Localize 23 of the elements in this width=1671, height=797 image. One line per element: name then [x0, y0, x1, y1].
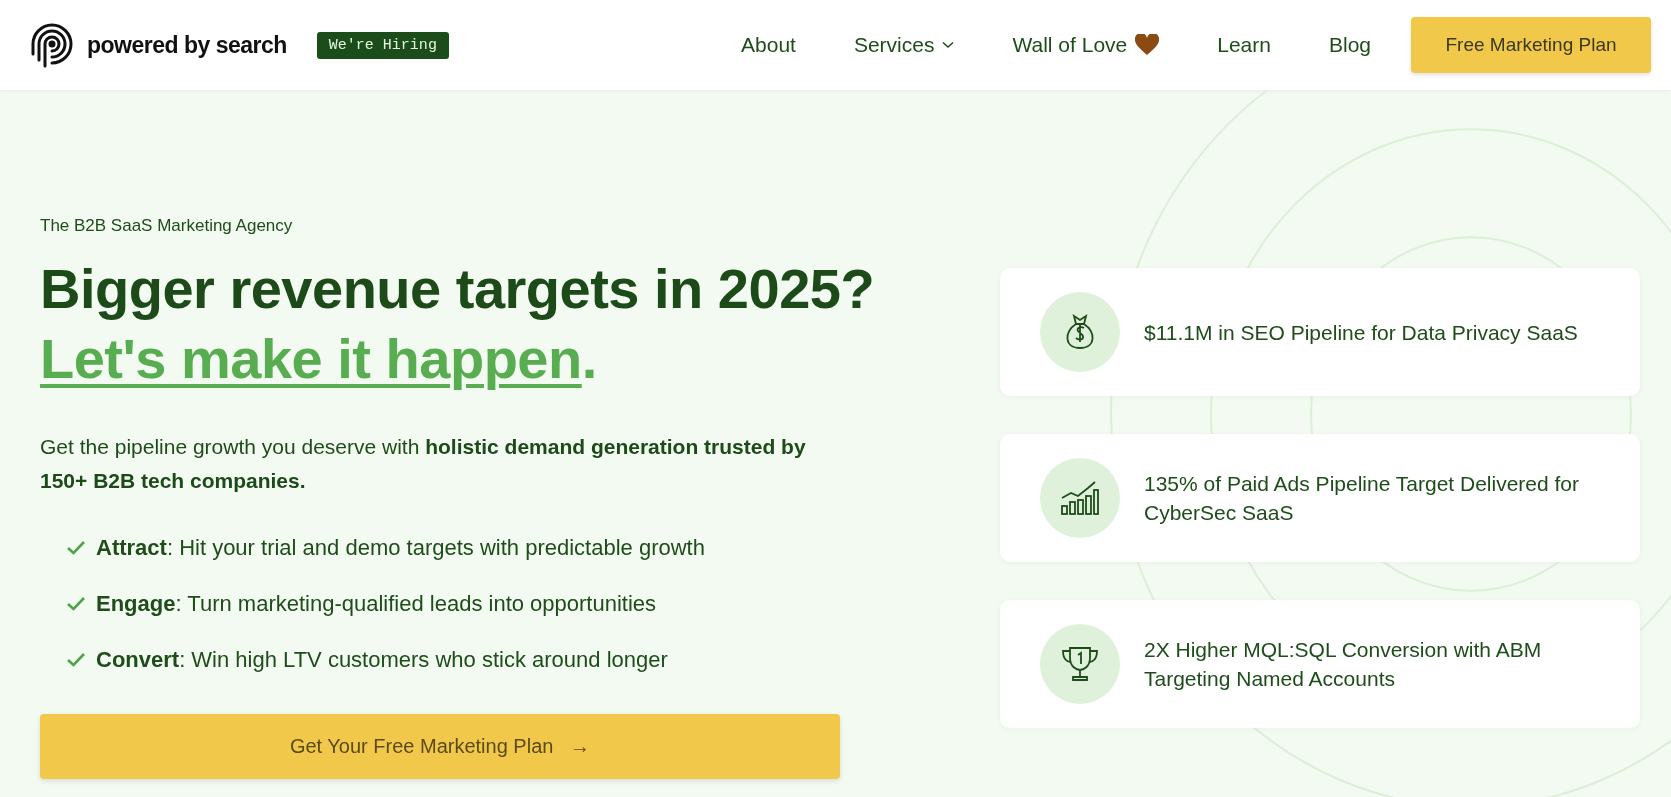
nav-link[interactable]: About [741, 33, 796, 57]
brand-name[interactable]: powered by search [87, 31, 287, 59]
result-text: 2X Higher MQL:SQL Conversion with ABM Targeting Named Accounts [1144, 637, 1543, 692]
nav-link[interactable]: Blog [1328, 33, 1371, 57]
check-icon [66, 596, 86, 612]
heart-icon [1135, 34, 1160, 56]
tagline: The B2B SaaS Marketing Agency [40, 216, 294, 236]
nav-link[interactable]: Learn [1217, 33, 1271, 57]
check-icon [66, 652, 86, 668]
benefit-text: Attract: Hit your trial and demo targets with predictable growth [96, 535, 705, 561]
free-plan-button[interactable]: Free Marketing Plan [1411, 17, 1651, 73]
benefit-text: Engage: Turn marketing-qualified leads into opportunities [96, 591, 657, 617]
caret-icon [942, 41, 955, 49]
nav-link[interactable]: Wall of Love [1012, 33, 1160, 57]
hiring-badge[interactable]: We're Hiring [316, 31, 449, 59]
nav-link[interactable]: Services [853, 33, 955, 57]
marketing-plan-button[interactable]: Get Your Free Marketing Plan → [40, 714, 840, 779]
result-text: 135% of Paid Ads Pipeline Target Delivered for CyberSec SaaS [1144, 471, 1581, 526]
check-icon [66, 540, 86, 556]
headline: Bigger revenue targets in 2025? Let's make it happen. [40, 256, 876, 392]
result-text: $11.1M in SEO Pipeline for Data Privacy SaaS [1144, 319, 1579, 346]
intro-text: Get the pipeline growth you deserve with holistic demand generation trusted by 150+ B2B tech companies. [40, 434, 807, 494]
benefit-text: Convert: Win high LTV customers who stick around longer [96, 647, 668, 673]
